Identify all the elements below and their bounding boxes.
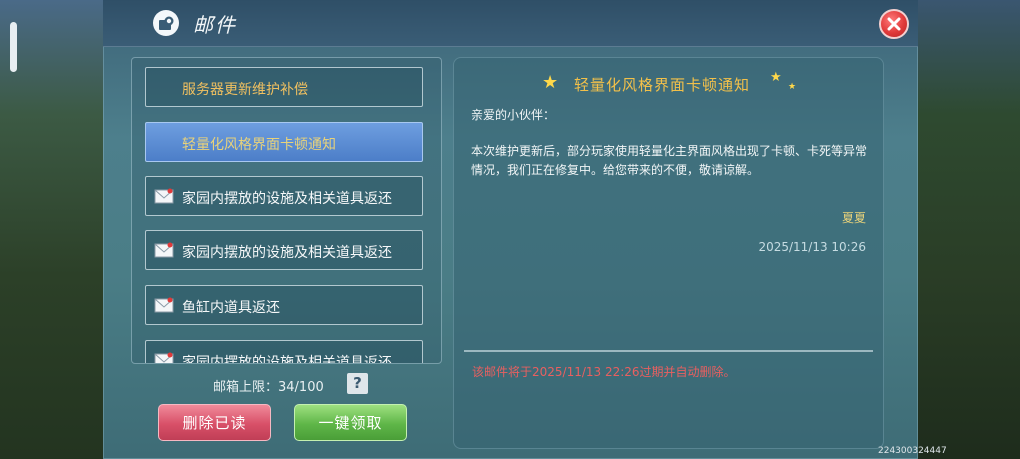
mail-item-label: 家园内摆放的设施及相关道具返还 [182,191,392,207]
star-icon: ★ [770,70,782,85]
side-drawer-handle[interactable] [10,22,17,72]
envelope-icon [154,297,174,313]
mail-item-label: 鱼缸内道具返还 [182,300,280,316]
mail-item-label: 服务器更新维护补偿 [182,82,308,98]
mail-signature: 夏夏 [841,211,866,225]
mail-date: 2025/11/13 10:26 [758,240,866,254]
panel-title: 邮件 [193,13,237,37]
mail-list[interactable]: 服务器更新维护补偿 轻量化风格界面卡顿通知 家园内摆放的设施及相关道具返还 家园… [131,57,442,364]
star-icon: ★ [542,72,559,93]
envelope-icon [154,188,174,204]
mail-item[interactable]: 服务器更新维护补偿 [145,67,423,107]
envelope-icon [154,352,174,363]
mail-detail: ★ ★ ★ 轻量化风格界面卡顿通知 亲爱的小伙伴： 本次维护更新后，部分玩家使用… [453,57,884,449]
mail-item[interactable]: 鱼缸内道具返还 [145,285,423,325]
expiry-notice: 该邮件将于2025/11/13 22:26过期并自动删除。 [472,365,736,379]
close-button[interactable] [879,9,909,39]
game-background-right [915,0,1020,459]
mail-greeting: 亲爱的小伙伴： [471,108,556,122]
mail-detail-title: 轻量化风格界面卡顿通知 [574,76,751,94]
mail-item[interactable]: 家园内摆放的设施及相关道具返还 [145,340,423,364]
divider [464,350,873,352]
user-id: 224300324447 [878,446,947,456]
mail-item-label: 家园内摆放的设施及相关道具返还 [182,355,392,364]
mail-item[interactable]: 家园内摆放的设施及相关道具返还 [145,176,423,216]
mail-icon [153,10,179,36]
mail-item-label: 家园内摆放的设施及相关道具返还 [182,245,392,261]
mailbox-capacity: 邮箱上限：34/100 [213,380,324,395]
panel-header: 邮件 [103,0,918,47]
claim-all-button[interactable]: 一键领取 [294,404,407,441]
mail-item-selected[interactable]: 轻量化风格界面卡顿通知 [145,122,423,162]
mail-item[interactable]: 家园内摆放的设施及相关道具返还 [145,230,423,270]
mail-body: 本次维护更新后，部分玩家使用轻量化主界面风格出现了卡顿、卡死等异常情况，我们正在… [471,144,868,177]
close-icon [887,17,901,31]
mail-item-label: 轻量化风格界面卡顿通知 [182,137,336,153]
mail-panel: 邮件 服务器更新维护补偿 轻量化风格界面卡顿通知 家园内摆放的设施及相关道具返还 [103,0,918,459]
help-button[interactable]: ? [347,373,368,394]
envelope-icon [154,242,174,258]
star-icon: ★ [788,82,797,92]
delete-read-button[interactable]: 删除已读 [158,404,271,441]
